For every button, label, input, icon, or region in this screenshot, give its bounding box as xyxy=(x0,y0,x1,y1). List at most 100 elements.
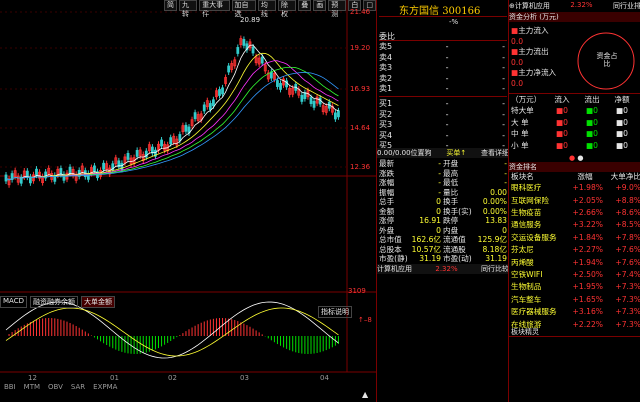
candle-body xyxy=(221,87,224,95)
rank-sector-name[interactable]: 丙烯酸 xyxy=(509,257,569,269)
kline-chart-area[interactable]: 简九转 重大事件 加自选 均线 除权叠画预测白 □ 21.46 19.20 16.93 1… xyxy=(0,0,377,402)
tab-bbi[interactable]: BBI xyxy=(4,383,16,391)
rank-row[interactable]: 互联网保险 +2.05% +8.8% xyxy=(509,195,640,207)
rank-sector-net: +9.0% xyxy=(615,183,640,193)
rank-row[interactable]: 通信服务 +3.22% +8.5% xyxy=(509,219,640,231)
x-label-4: 03 xyxy=(240,374,249,382)
in-bar-icon: ■ xyxy=(555,140,564,150)
flow-row-label: 中 单 xyxy=(511,129,529,139)
rank-row[interactable]: 丙烯酸 +1.94% +7.6% xyxy=(509,257,640,269)
buy-price: - xyxy=(445,130,449,140)
view-detail-link[interactable]: 查看详细 xyxy=(481,148,509,158)
price-axis-label-3: 16.93 xyxy=(350,85,371,93)
flow-out: 0 xyxy=(593,140,599,150)
rank-header-cell[interactable]: 大单净比 xyxy=(603,172,640,182)
sell-volume: - xyxy=(502,73,505,83)
quote-label: 总股本 xyxy=(379,244,402,254)
moving-average-line xyxy=(5,60,339,181)
far-top-bar: ⊕计算机应用 2.32% 同行业排 xyxy=(509,1,640,11)
tab-mtm[interactable]: MTM xyxy=(24,383,40,391)
rank-sector-name[interactable]: 医疗器械服务 xyxy=(509,306,569,318)
rank-sector-name[interactable]: 生物疫苗 xyxy=(509,207,569,219)
rank-row[interactable]: 眼科医疗 +1.98% +9.0% xyxy=(509,182,640,194)
rank-sector-name[interactable]: 生物制品 xyxy=(509,281,569,293)
quote-value: 31.19 xyxy=(419,254,441,263)
chart-canvas[interactable] xyxy=(0,0,376,402)
rank-sector-name[interactable]: 芬太尼 xyxy=(509,244,569,256)
bottom-indicator-tabs: BBI MTM OBV SAR EXPMA xyxy=(4,383,117,391)
sell-volume: - xyxy=(502,52,505,62)
flow-out: 0 xyxy=(593,129,599,139)
flow-header-cell: 流入 xyxy=(554,95,570,104)
buy-price: - xyxy=(445,109,449,119)
sell-price: - xyxy=(445,42,449,51)
sell-order-book: 卖5- - 卖4- - 卖3- - 卖2- - 卖1- - xyxy=(379,42,505,95)
rank-sector-name[interactable]: 空铁WIFI xyxy=(509,269,569,281)
quote-value: - xyxy=(504,159,507,168)
buy-order-toggle[interactable]: 买单↑ xyxy=(446,148,466,158)
peer-compare-link[interactable]: 同行比较 xyxy=(481,264,509,274)
rank-row[interactable]: 芬太尼 +2.27% +7.6% xyxy=(509,244,640,256)
tab-sar[interactable]: SAR xyxy=(71,383,85,391)
rank-table: 板块名 涨幅 大单净比 眼科医疗 +1.98% +9.0% 互联网保险 +2.05% +8.8%… xyxy=(509,172,640,331)
rank-sector-net: +7.3% xyxy=(615,319,640,329)
flow-unit: （万元） xyxy=(511,95,542,104)
rank-sector-name[interactable]: 交运设备服务 xyxy=(509,232,569,244)
quote-row: 总手 0 换手 0.00% xyxy=(379,197,507,207)
rank-sector-name[interactable]: 眼科医疗 xyxy=(509,182,569,194)
rank-header-cell[interactable]: 涨幅 xyxy=(567,172,603,182)
tab-big-order[interactable]: 大单金额 xyxy=(80,296,115,308)
quote-label: 涨跌 xyxy=(379,168,395,178)
quote-value: 0.00% xyxy=(482,197,507,206)
tab-margin-balance[interactable]: 融资融券余额 xyxy=(29,296,78,308)
fund-item-label: ■主力流入 xyxy=(511,26,573,37)
tab-macd[interactable]: MACD xyxy=(0,296,27,308)
sell-price: - xyxy=(445,84,449,93)
tab-expma[interactable]: EXPMA xyxy=(93,383,117,391)
rank-sector-pct: +1.65% xyxy=(572,294,604,304)
scroll-up-icon[interactable]: ▲ xyxy=(362,390,368,399)
sector-pct: 2.32% xyxy=(435,265,458,273)
quote-value: - xyxy=(438,178,441,187)
rank-sector-net: +7.6% xyxy=(615,257,640,267)
rank-sector-net: +7.4% xyxy=(615,270,640,280)
rank-row[interactable]: 汽车整车 +1.65% +7.3% xyxy=(509,294,640,306)
price-axis-label-2: 19.20 xyxy=(350,44,371,52)
rank-header-cell[interactable]: 板块名 xyxy=(509,172,567,182)
fund-item-value: 0.0 xyxy=(511,57,524,67)
rank-row[interactable]: 交运设备服务 +1.84% +7.8% xyxy=(509,232,640,244)
tab-obv[interactable]: OBV xyxy=(48,383,63,391)
rank-sector-name[interactable]: 通信服务 xyxy=(509,219,569,231)
axis-bottom-label: 3109 xyxy=(348,287,366,295)
rank-sector-net: +7.3% xyxy=(615,307,640,317)
quote-value: 162.6亿 xyxy=(411,235,441,244)
rank-row[interactable]: 生物疫苗 +2.66% +8.6% xyxy=(509,207,640,219)
far-sector-name[interactable]: ⊕计算机应用 xyxy=(509,1,550,11)
rank-row[interactable]: 空铁WIFI +2.50% +7.4% xyxy=(509,269,640,281)
flow-out: 0 xyxy=(593,117,599,127)
in-bar-icon: ■ xyxy=(555,106,564,116)
price-axis-label-1: 21.46 xyxy=(350,8,371,16)
candle-body xyxy=(178,134,182,141)
macd-dea-line xyxy=(5,307,339,357)
rank-sector-name[interactable]: 汽车整车 xyxy=(509,294,569,306)
rank-row[interactable]: 医疗器械服务 +3.16% +7.3% xyxy=(509,306,640,318)
rank-row[interactable]: 生物制品 +1.95% +7.3% xyxy=(509,281,640,293)
indicator-hint-button[interactable]: 指标说明 xyxy=(318,306,352,318)
sector-name[interactable]: 计算机应用 xyxy=(377,264,412,274)
buy-volume: - xyxy=(502,130,505,140)
quote-value: 0 xyxy=(436,197,441,206)
buy-volume: - xyxy=(502,99,505,108)
fund-pie-label: 资金占比 xyxy=(596,52,618,68)
flow-row-label: 大 单 xyxy=(511,117,529,127)
sell-volume: - xyxy=(502,84,505,93)
quote-value: - xyxy=(438,159,441,168)
buy-label: 买3 xyxy=(379,120,393,129)
candle-body xyxy=(102,162,105,170)
candle-body xyxy=(276,80,279,87)
same-industry-link[interactable]: 同行业排 xyxy=(613,1,640,11)
indicator-side-label: ↑–8 xyxy=(358,316,372,324)
rank-sector-pct: +2.50% xyxy=(572,270,604,280)
rank-sector-name[interactable]: 互联网保险 xyxy=(509,195,569,207)
pager-dots[interactable]: ● ● xyxy=(569,154,583,162)
